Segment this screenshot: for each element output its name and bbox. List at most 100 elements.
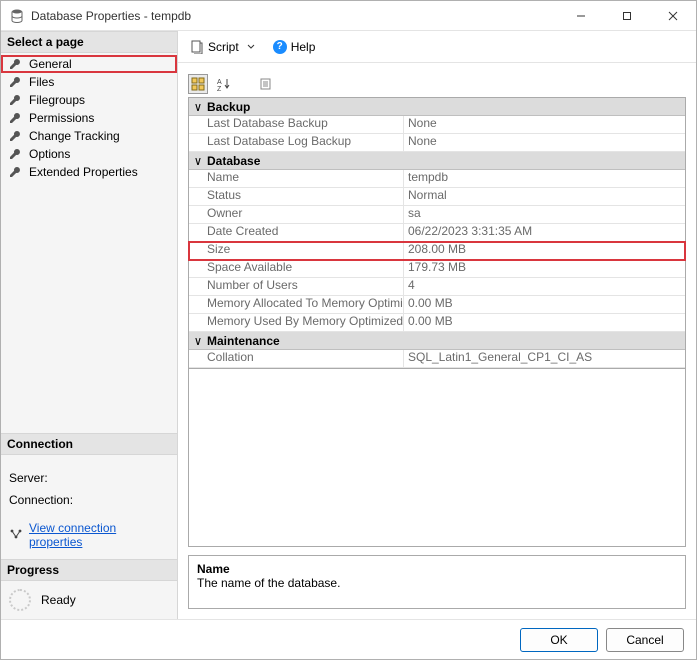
property-key: Date Created: [189, 224, 404, 241]
wrench-icon: [9, 112, 23, 124]
cancel-button[interactable]: Cancel: [606, 628, 684, 652]
property-row[interactable]: Last Database Log BackupNone: [189, 134, 685, 152]
page-item-label: General: [29, 57, 72, 71]
property-grid-blank: [188, 369, 686, 547]
help-icon: ?: [273, 40, 287, 54]
categorized-icon: [191, 77, 205, 91]
wrench-icon: [9, 58, 23, 70]
property-grid-toolbar: AZ: [188, 73, 686, 95]
property-value: 06/22/2023 3:31:35 AM: [404, 224, 685, 241]
alphabetical-view-button[interactable]: AZ: [214, 74, 234, 94]
property-key: Owner: [189, 206, 404, 223]
property-row[interactable]: CollationSQL_Latin1_General_CP1_CI_AS: [189, 350, 685, 368]
help-label: Help: [291, 40, 316, 54]
category-maintenance[interactable]: ∨Maintenance: [189, 332, 685, 350]
progress-header: Progress: [1, 559, 177, 581]
page-item-filegroups[interactable]: Filegroups: [1, 91, 177, 109]
property-key: Memory Allocated To Memory Optimized Obj…: [189, 296, 404, 313]
page-item-label: Filegroups: [29, 93, 85, 107]
property-row[interactable]: Size208.00 MB: [189, 242, 685, 260]
sort-az-icon: AZ: [217, 77, 231, 91]
select-page-header: Select a page: [1, 31, 177, 53]
property-row[interactable]: StatusNormal: [189, 188, 685, 206]
property-row[interactable]: Space Available179.73 MB: [189, 260, 685, 278]
script-button[interactable]: Script: [186, 38, 243, 56]
page-item-general[interactable]: General: [1, 55, 177, 73]
wrench-icon: [9, 166, 23, 178]
property-value: tempdb: [404, 170, 685, 187]
svg-text:A: A: [217, 79, 222, 86]
wrench-icon: [9, 130, 23, 142]
page-item-files[interactable]: Files: [1, 73, 177, 91]
wrench-icon: [9, 148, 23, 160]
collapse-icon[interactable]: ∨: [189, 100, 207, 114]
close-button[interactable]: [650, 1, 696, 31]
property-key: Last Database Log Backup: [189, 134, 404, 151]
property-row[interactable]: Last Database BackupNone: [189, 116, 685, 134]
ok-label: OK: [550, 633, 567, 647]
ok-button[interactable]: OK: [520, 628, 598, 652]
property-pages-button[interactable]: [256, 74, 276, 94]
wrench-icon: [9, 76, 23, 88]
view-connection-properties-label: View connection properties: [29, 521, 169, 549]
category-label: Database: [207, 154, 260, 168]
category-database[interactable]: ∨Database: [189, 152, 685, 170]
property-row[interactable]: Ownersa: [189, 206, 685, 224]
property-row[interactable]: Date Created06/22/2023 3:31:35 AM: [189, 224, 685, 242]
page-item-label: Change Tracking: [29, 129, 120, 143]
script-dropdown-arrow-icon[interactable]: [247, 40, 255, 54]
property-value: 0.00 MB: [404, 296, 685, 313]
property-key: Size: [189, 242, 404, 259]
collapse-icon[interactable]: ∨: [189, 154, 207, 168]
toolbar: Script ? Help: [178, 31, 696, 63]
view-connection-properties-link[interactable]: View connection properties: [9, 521, 169, 549]
progress-spinner-icon: [9, 589, 31, 611]
property-key: Memory Used By Memory Optimized Objects: [189, 314, 404, 331]
page-item-extended-properties[interactable]: Extended Properties: [1, 163, 177, 181]
page-item-label: Extended Properties: [29, 165, 138, 179]
pages-icon: [259, 77, 273, 91]
dialog-window: Database Properties - tempdb Select a pa…: [0, 0, 697, 660]
database-icon: [9, 8, 25, 24]
property-grid[interactable]: ∨BackupLast Database BackupNoneLast Data…: [188, 97, 686, 369]
titlebar[interactable]: Database Properties - tempdb: [1, 1, 696, 31]
page-item-label: Permissions: [29, 111, 94, 125]
property-key: Last Database Backup: [189, 116, 404, 133]
property-row[interactable]: Memory Allocated To Memory Optimized Obj…: [189, 296, 685, 314]
page-item-options[interactable]: Options: [1, 145, 177, 163]
minimize-button[interactable]: [558, 1, 604, 31]
window-title: Database Properties - tempdb: [31, 9, 558, 23]
property-row[interactable]: Number of Users4: [189, 278, 685, 296]
dialog-footer: OK Cancel: [1, 619, 696, 659]
property-value: 4: [404, 278, 685, 295]
window-controls: [558, 1, 696, 30]
collapse-icon[interactable]: ∨: [189, 334, 207, 348]
property-value: 0.00 MB: [404, 314, 685, 331]
categorized-view-button[interactable]: [188, 74, 208, 94]
property-value: sa: [404, 206, 685, 223]
property-value: None: [404, 134, 685, 151]
description-box: Name The name of the database.: [188, 555, 686, 609]
wrench-icon: [9, 94, 23, 106]
page-item-change-tracking[interactable]: Change Tracking: [1, 127, 177, 145]
progress-status: Ready: [41, 593, 76, 607]
page-item-label: Files: [29, 75, 54, 89]
property-row[interactable]: Nametempdb: [189, 170, 685, 188]
property-value: 179.73 MB: [404, 260, 685, 277]
property-row[interactable]: Memory Used By Memory Optimized Objects0…: [189, 314, 685, 332]
property-value: None: [404, 116, 685, 133]
maximize-button[interactable]: [604, 1, 650, 31]
right-panel: Script ? Help AZ: [178, 31, 696, 619]
category-label: Backup: [207, 100, 250, 114]
property-key: Name: [189, 170, 404, 187]
help-button[interactable]: ? Help: [269, 38, 320, 56]
page-item-permissions[interactable]: Permissions: [1, 109, 177, 127]
progress-block: Ready: [1, 581, 177, 619]
property-key: Space Available: [189, 260, 404, 277]
connection-icon: [9, 528, 23, 543]
cancel-label: Cancel: [626, 633, 663, 647]
server-label: Server:: [9, 471, 169, 485]
left-panel: Select a page General Files Filegroups Perm…: [1, 31, 178, 619]
property-value: SQL_Latin1_General_CP1_CI_AS: [404, 350, 685, 367]
category-backup[interactable]: ∨Backup: [189, 98, 685, 116]
